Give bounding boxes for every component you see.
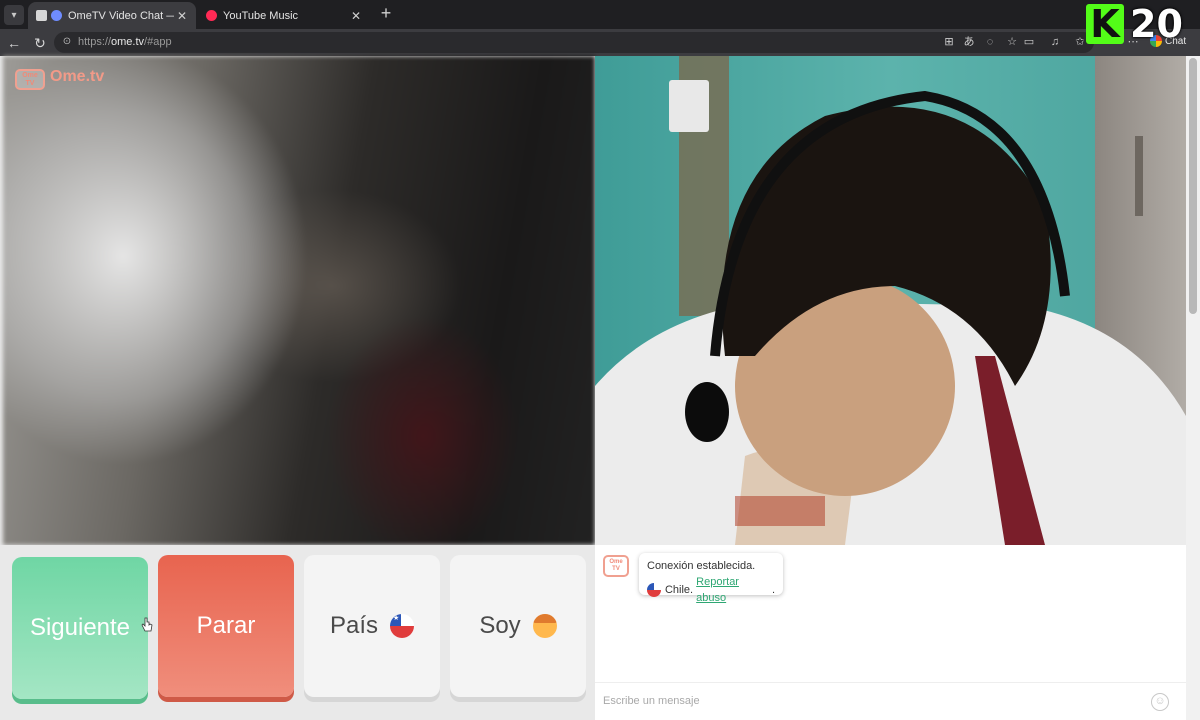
scrollbar-thumb[interactable]	[1189, 58, 1197, 314]
site-info-icon[interactable]: ⊙	[60, 35, 74, 49]
next-button[interactable]: Siguiente	[12, 557, 153, 699]
country-filter-button[interactable]: País ★	[304, 555, 440, 697]
hand-cursor-icon	[141, 617, 153, 632]
ometv-page: Ome TV Ome.tv Siguiente Parar País ★ Soy…	[0, 56, 1200, 720]
ometv-logo[interactable]: Ome TV Ome.tv	[14, 64, 104, 90]
system-message: Conexión establecida. Chile. Reportar ab…	[639, 553, 783, 604]
url-text: https://ome.tv/#app	[78, 36, 172, 48]
country-button-label: País	[329, 612, 379, 639]
music-note-icon[interactable]: ♫	[1048, 35, 1062, 49]
local-video-feed	[3, 56, 595, 545]
gender-button[interactable]: Soy	[450, 555, 586, 697]
next-button-label: Siguiente	[29, 614, 131, 641]
translate-icon[interactable]: あ	[962, 35, 976, 49]
tab-title: OmeTV Video Chat — Omegl	[68, 9, 174, 22]
browser-toolbar: ← ↻ ⊙ https://ome.tv/#app ⊞ あ ◌ ☆ ▭ ♫ ✩ …	[0, 29, 1200, 56]
boy-face-icon	[532, 614, 557, 638]
report-suffix: .	[771, 584, 775, 596]
tab-close-icon[interactable]: ✕	[348, 9, 364, 23]
mail-favicon-icon	[36, 10, 47, 21]
tab-ometv[interactable]: OmeTV Video Chat — Omegl ✕	[28, 2, 196, 29]
report-abuse-link[interactable]: Reportar abuso	[696, 574, 772, 606]
tab-list-chevron-icon[interactable]: ▾	[4, 5, 24, 25]
tab-title: YouTube Music	[223, 9, 299, 22]
new-tab-plus-icon[interactable]: +	[376, 4, 396, 24]
favorite-star-icon[interactable]: ☆	[1005, 35, 1019, 49]
more-circle-icon[interactable]: ◌	[983, 35, 997, 49]
stop-button[interactable]: Parar	[158, 555, 294, 697]
chile-flag-icon	[647, 583, 661, 597]
message-placeholder: Escribe un mensaje	[603, 695, 700, 707]
system-avatar-icon: Ome TV	[603, 555, 629, 577]
browser-tabbar: ▾ OmeTV Video Chat — Omegl ✕ YouTube Mus…	[0, 0, 1200, 29]
tv-logo-icon: Ome TV	[14, 64, 46, 90]
connection-status: Conexión establecida.	[647, 560, 756, 572]
reload-icon[interactable]: ↻	[30, 33, 50, 53]
brand-name: Ome.tv	[50, 68, 105, 85]
address-bar[interactable]: ⊙ https://ome.tv/#app	[54, 32, 1094, 53]
partner-country: Chile.	[664, 584, 694, 596]
gender-button-label: Soy	[479, 612, 521, 639]
stream-overlay-badge: K 20	[1086, 4, 1188, 48]
youtube-music-favicon-icon	[206, 10, 217, 21]
collections-star-icon[interactable]: ✩	[1073, 35, 1087, 49]
back-arrow-icon[interactable]: ←	[4, 33, 24, 53]
chile-flag-icon: ★	[390, 614, 415, 638]
video-camera-icon[interactable]: ▭	[1022, 35, 1036, 49]
ometv-favicon-icon	[51, 10, 62, 21]
page-scrollbar[interactable]	[1186, 56, 1200, 720]
stop-button-label: Parar	[196, 612, 256, 639]
remote-video-image	[595, 56, 1186, 545]
chat-controls: Siguiente Parar País ★ Soy	[0, 545, 595, 720]
kick-logo: K	[1086, 4, 1124, 44]
text-chat-panel: Ome TV Conexión establecida. Chile. Repo…	[595, 545, 1186, 720]
tab-youtube-music[interactable]: YouTube Music ✕	[198, 2, 370, 29]
message-input[interactable]: Escribe un mensaje ☺	[595, 682, 1186, 720]
emoji-smile-icon[interactable]: ☺	[1151, 693, 1169, 711]
overlay-number: 20	[1130, 2, 1183, 46]
apps-grid-icon[interactable]: ⊞	[942, 35, 956, 49]
remote-video-feed	[595, 56, 1186, 545]
tab-close-icon[interactable]: ✕	[174, 9, 190, 23]
